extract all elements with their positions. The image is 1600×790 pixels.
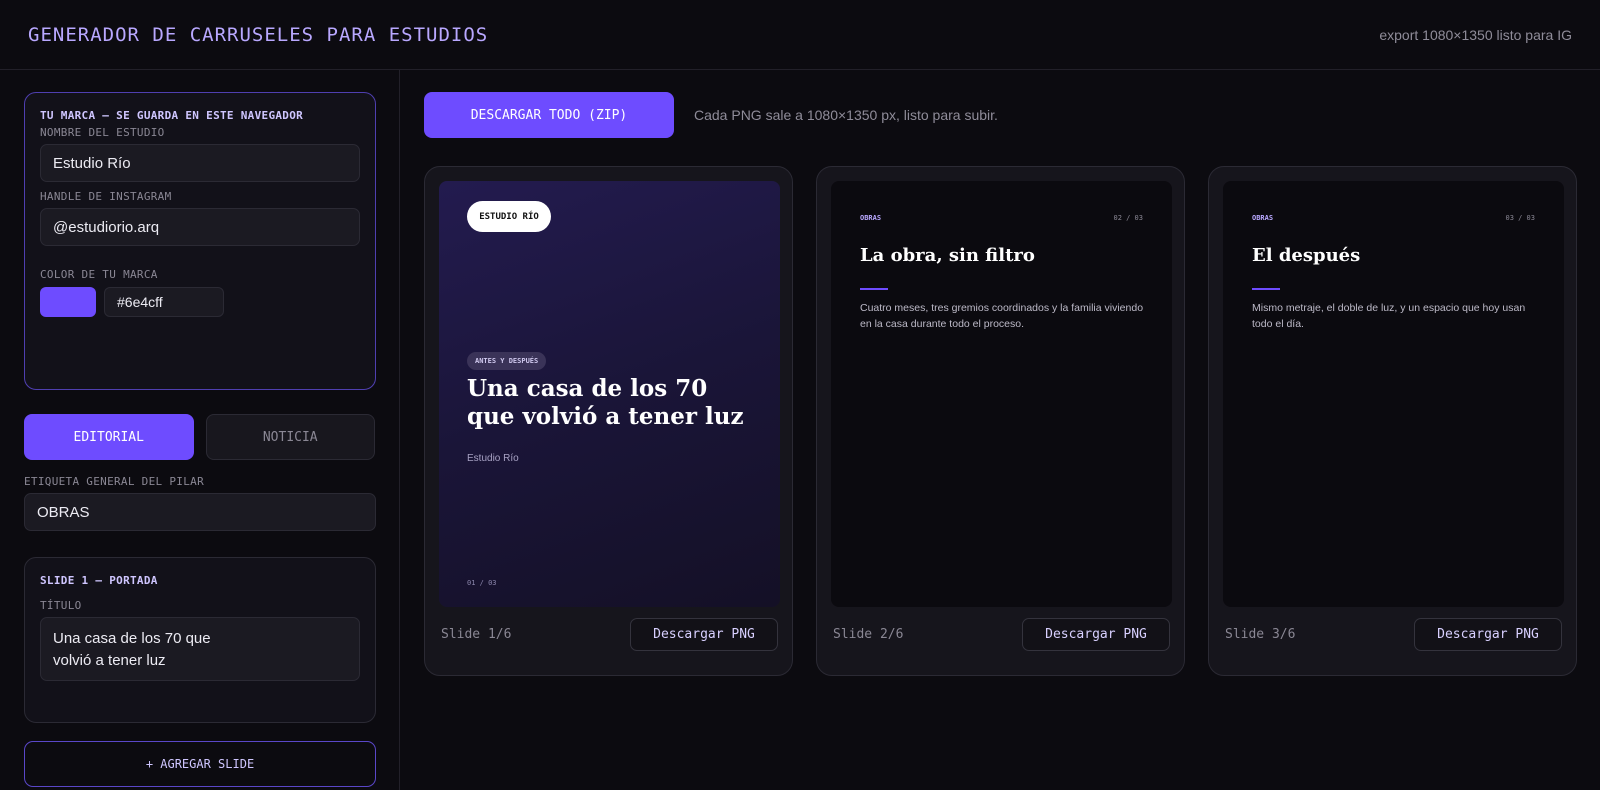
- slide-number: Slide 3/6: [1225, 627, 1296, 642]
- slide-title-line: volvió a tener luz: [53, 652, 166, 669]
- brand-section-title: TU MARCA — SE GUARDA EN ESTE NAVEGADOR: [40, 109, 304, 122]
- slide-counter: 02 / 03: [1113, 214, 1143, 222]
- slide-preview-cover: ESTUDIO RÍO ANTES Y DESPUÉS Una casa de …: [439, 181, 780, 607]
- slide-card: ESTUDIO RÍO ANTES Y DESPUÉS Una casa de …: [424, 166, 793, 676]
- download-png-button[interactable]: Descargar PNG: [1414, 618, 1562, 651]
- card-footer: Slide 3/6 Descargar PNG: [1223, 618, 1562, 651]
- toolbar: DESCARGAR TODO (ZIP) Cada PNG sale a 108…: [424, 92, 1576, 138]
- studio-pill: ESTUDIO RÍO: [467, 201, 551, 232]
- card-footer: Slide 2/6 Descargar PNG: [831, 618, 1170, 651]
- accent-rule: [1252, 288, 1280, 290]
- app-title: GENERADOR DE CARRUSELES PARA ESTUDIOS: [28, 23, 489, 46]
- pillar-tag: OBRAS: [1252, 214, 1274, 222]
- slide-number: Slide 2/6: [833, 627, 904, 642]
- slide-title-line: Una casa de los 70 que: [53, 630, 211, 647]
- slide-body: Mismo metraje, el doble de luz, y un esp…: [1252, 302, 1526, 330]
- pillar-input[interactable]: OBRAS: [24, 493, 376, 531]
- slide-preview: OBRAS 02 / 03 La obra, sin filtro Cuatro…: [831, 181, 1172, 607]
- slide-preview: OBRAS 03 / 03 El después Mismo metraje, …: [1223, 181, 1564, 607]
- pillar-tag: OBRAS: [860, 214, 882, 222]
- studio-name-input[interactable]: Estudio Río: [40, 144, 360, 182]
- slide-card: OBRAS 02 / 03 La obra, sin filtro Cuatro…: [816, 166, 1185, 676]
- brand-color-hex-input[interactable]: #6e4cff: [104, 287, 224, 317]
- slide-counter: 03 / 03: [1505, 214, 1535, 222]
- toolbar-note: Cada PNG sale a 1080×1350 px, listo para…: [694, 107, 998, 123]
- download-png-button[interactable]: Descargar PNG: [630, 618, 778, 651]
- slide-heading: La obra, sin filtro: [860, 245, 1035, 266]
- slide-counter: 01 / 03: [467, 579, 497, 587]
- slide-body: Cuatro meses, tres gremios coordinados y…: [860, 302, 1144, 330]
- slide-heading: El después: [1252, 245, 1361, 266]
- cover-studio-name: Estudio Río: [467, 453, 519, 464]
- main-area: DESCARGAR TODO (ZIP) Cada PNG sale a 108…: [400, 70, 1600, 790]
- cover-title: Una casa de los 70 que volvió a tener lu…: [467, 375, 744, 430]
- editorial-mode-button[interactable]: EDITORIAL: [24, 414, 194, 460]
- instagram-handle-label: HANDLE DE INSTAGRAM: [40, 190, 172, 203]
- download-png-button[interactable]: Descargar PNG: [1022, 618, 1170, 651]
- studio-name-label: NOMBRE DEL ESTUDIO: [40, 126, 165, 139]
- slide-title-textarea[interactable]: Una casa de los 70 que volvió a tener lu…: [40, 617, 360, 681]
- pillar-label: ETIQUETA GENERAL DEL PILAR: [24, 475, 204, 488]
- add-slide-button[interactable]: + AGREGAR SLIDE: [24, 741, 376, 787]
- download-all-button[interactable]: DESCARGAR TODO (ZIP): [424, 92, 674, 138]
- slide-cards: ESTUDIO RÍO ANTES Y DESPUÉS Una casa de …: [424, 166, 1577, 676]
- card-footer: Slide 1/6 Descargar PNG: [439, 618, 778, 651]
- brand-color-label: COLOR DE TU MARCA: [40, 268, 158, 281]
- slide-editor-title: SLIDE 1 — PORTADA: [40, 574, 158, 587]
- slide-editor-panel: SLIDE 1 — PORTADA TÍTULO Una casa de los…: [24, 557, 376, 723]
- slide-card: OBRAS 03 / 03 El después Mismo metraje, …: [1208, 166, 1577, 676]
- slide-title-label: TÍTULO: [40, 599, 82, 612]
- cover-tag: ANTES Y DESPUÉS: [467, 352, 547, 370]
- accent-rule: [860, 288, 888, 290]
- noticia-mode-button[interactable]: NOTICIA: [205, 414, 375, 460]
- sidebar: TU MARCA — SE GUARDA EN ESTE NAVEGADOR N…: [0, 70, 400, 790]
- brand-color-row: #6e4cff: [40, 287, 360, 317]
- app-header: GENERADOR DE CARRUSELES PARA ESTUDIOS ex…: [0, 0, 1600, 70]
- export-note: export 1080×1350 listo para IG: [1379, 26, 1572, 43]
- instagram-handle-input[interactable]: @estudiorio.arq: [40, 208, 360, 246]
- slide-number: Slide 1/6: [441, 627, 512, 642]
- mode-toggle: EDITORIAL NOTICIA: [24, 414, 375, 460]
- brand-color-swatch[interactable]: [40, 287, 96, 317]
- brand-settings-panel: TU MARCA — SE GUARDA EN ESTE NAVEGADOR N…: [24, 92, 376, 390]
